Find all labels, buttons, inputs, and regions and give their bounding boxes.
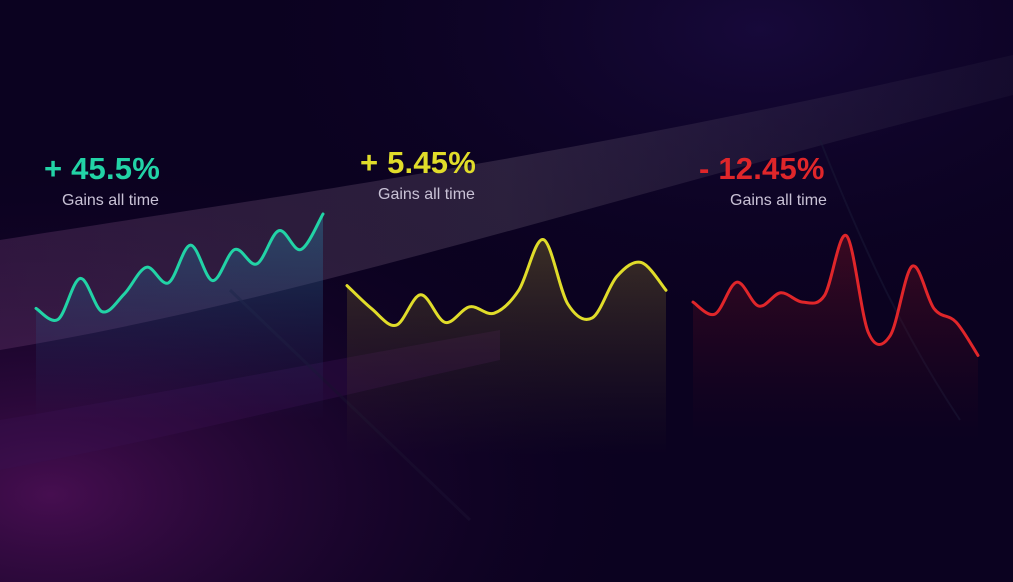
chart-3-area <box>693 235 978 440</box>
stage: + 45.5% Gains all time + 5.45% Gains all… <box>0 0 1013 582</box>
card-1-label: Gains all time <box>62 192 159 209</box>
chart-2-area <box>347 239 666 455</box>
card-1-value: + 45.5% <box>44 151 161 186</box>
card-3-label: Gains all time <box>730 192 827 209</box>
chart-1-area <box>36 214 323 420</box>
card-2-label: Gains all time <box>378 186 475 203</box>
charts-layer <box>34 212 980 455</box>
card-2-value: + 5.45% <box>360 145 477 180</box>
card-3-value: - 12.45% <box>699 151 825 186</box>
